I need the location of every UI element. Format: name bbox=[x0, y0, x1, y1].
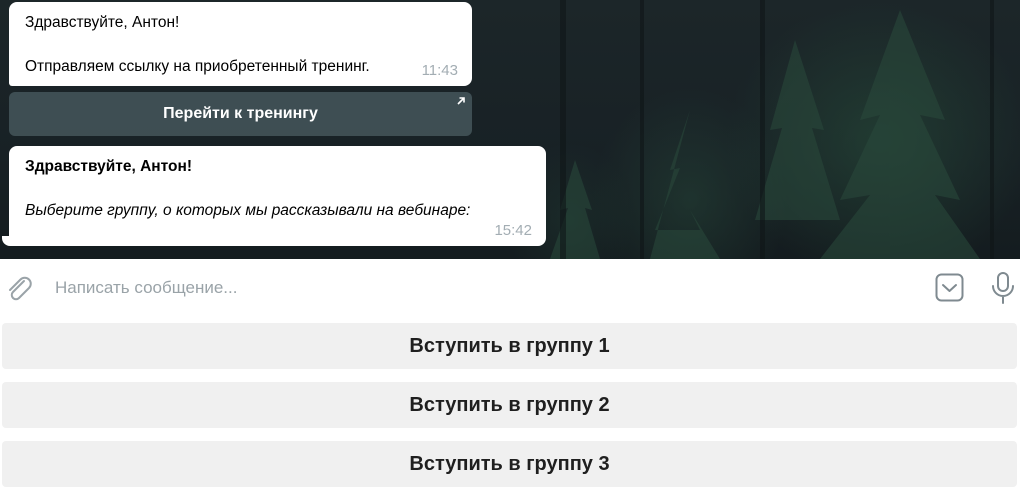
message-bubble: Здравствуйте, Антон! Отправляем ссылку н… bbox=[9, 2, 472, 86]
message-text: Отправляем ссылку на приобретенный трени… bbox=[25, 58, 370, 75]
message-greeting: Здравствуйте, Антон! bbox=[25, 158, 193, 175]
message-composer bbox=[0, 259, 1020, 316]
join-group-2-button[interactable]: Вступить в группу 2 bbox=[2, 382, 1017, 428]
chevron-down-icon[interactable] bbox=[935, 273, 964, 302]
inline-button-label: Перейти к тренингу bbox=[163, 105, 318, 122]
go-to-training-button[interactable]: Перейти к тренингу bbox=[9, 92, 472, 136]
keyboard-button-label: Вступить в группу 2 bbox=[409, 393, 610, 416]
message-input[interactable] bbox=[55, 273, 905, 303]
paperclip-icon[interactable] bbox=[4, 273, 34, 303]
join-group-3-button[interactable]: Вступить в группу 3 bbox=[2, 441, 1017, 487]
keyboard-button-label: Вступить в группу 1 bbox=[409, 334, 610, 357]
message-text: Выберите группу, о которых мы рассказыва… bbox=[25, 202, 471, 219]
microphone-icon[interactable] bbox=[990, 271, 1016, 305]
message-greeting: Здравствуйте, Антон! bbox=[25, 14, 180, 31]
join-group-1-button[interactable]: Вступить в группу 1 bbox=[2, 323, 1017, 369]
external-link-arrow-icon bbox=[457, 97, 465, 105]
message-bubble: Здравствуйте, Антон! Выберите группу, о … bbox=[9, 146, 546, 246]
message-time: 15:42 bbox=[494, 222, 532, 239]
message-time: 11:43 bbox=[421, 62, 458, 79]
keyboard-button-label: Вступить в группу 3 bbox=[409, 452, 610, 475]
